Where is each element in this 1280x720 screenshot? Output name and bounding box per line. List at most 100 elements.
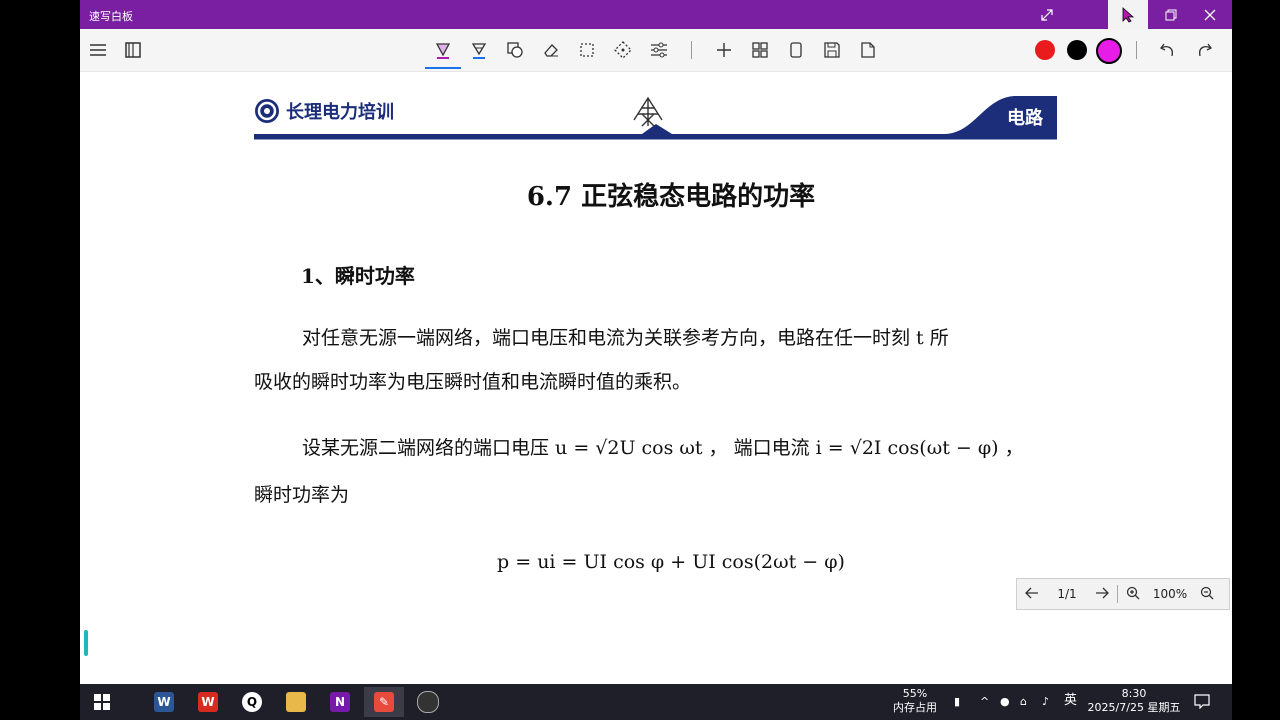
arrow-right-icon [1096,587,1109,598]
windows-icon [94,694,110,710]
shape-tool[interactable] [502,37,528,63]
page-icon [790,42,802,58]
clock-date: 2025/7/25 星期五 [1087,701,1181,714]
zoom-level: 100% [1152,587,1188,601]
shapes-icon [507,42,523,58]
color-swatch-magenta[interactable] [1096,38,1122,64]
mic-icon[interactable]: ● [1000,695,1010,709]
chevron-up-icon[interactable]: ^ [980,695,989,709]
qq-icon: Q [242,692,262,712]
taskbar-onenote[interactable]: N [320,687,360,717]
onenote-icon: N [330,692,350,712]
expand-icon [1041,8,1053,21]
section-title: 6.7 正弦稳态电路的功率 [526,182,816,212]
zoom-in-button[interactable] [1118,586,1148,603]
network-icon[interactable]: ⌂ [1020,695,1027,709]
settings-tool[interactable] [646,37,672,63]
window-title: 速写白板 [89,10,133,23]
export-button[interactable] [855,37,881,63]
notification-button[interactable] [1194,693,1210,713]
highlighter-tool[interactable] [466,37,492,63]
grid-icon [752,42,768,58]
subsection-heading: 1、瞬时功率 [301,264,415,288]
side-scroll-handle[interactable] [84,630,88,656]
page-button[interactable] [783,37,809,63]
taskbar-word[interactable]: W [144,687,184,717]
memory-percent: 55% [902,687,928,700]
page-indicator: 1/1 [1057,587,1077,601]
paragraph-2-line-1: 设某无源二端网络的端口电压 u = √2U cos ωt ， 端口电流 i = … [302,437,1024,459]
eraser-tool[interactable] [538,37,564,63]
menu-button[interactable] [85,37,111,63]
clock[interactable]: 8:30 2025/7/25 星期五 [1086,687,1182,715]
plus-icon [717,43,731,57]
book-button[interactable] [120,37,146,63]
hamburger-icon [90,44,106,56]
ime-indicator[interactable]: 英 [1064,694,1077,708]
whiteboard-app-window: 速写白板 长理电力培训 电路 6.7 正弦稳态电路的功率 1、瞬时功率 对任意无… [80,0,1232,684]
color-swatch-black[interactable] [1067,40,1087,60]
brand-name: 长理电力培训 [286,102,394,123]
redo-icon [1199,43,1212,57]
obs-icon [417,691,439,713]
zoom-in-icon [1126,586,1140,599]
document-header: 长理电力培训 电路 [254,90,1057,146]
notification-icon [1194,694,1210,710]
taskbar-qq[interactable]: Q [232,687,272,717]
fullscreen-button[interactable] [1024,0,1070,29]
taskbar: W W Q N ✎ 55% 内存占用 ▮ ^ ● ⌂ ♪ 英 8:30 2025… [80,684,1232,720]
taskbar-whiteboard[interactable]: ✎ [364,687,404,717]
zoom-out-icon [1200,586,1214,599]
restore-icon [1165,9,1177,20]
page-navigator: 1/1 100% [1016,578,1230,610]
whiteboard-icon: ✎ [374,692,394,712]
undo-icon [1160,43,1173,57]
section-tab: 电路 [1007,108,1043,129]
toolbar-divider [691,41,692,59]
add-page-button[interactable] [711,37,737,63]
pen-icon [435,43,451,59]
pen-tool[interactable] [430,37,456,63]
paragraph-1-line-2: 吸收的瞬时功率为电压瞬时值和电流瞬时值的乘积。 [254,371,692,393]
close-icon [1204,9,1216,20]
battery-icon[interactable]: ▮ [954,695,960,709]
zoom-out-button[interactable] [1192,586,1222,603]
volume-icon[interactable]: ♪ [1042,695,1049,709]
toolbar-divider [1136,41,1137,59]
eraser-icon [544,44,558,57]
color-swatch-red[interactable] [1035,40,1055,60]
select-tool[interactable] [574,37,600,63]
close-button[interactable] [1188,0,1232,29]
redo-button[interactable] [1191,37,1217,63]
sliders-icon [651,42,667,58]
grid-button[interactable] [747,37,773,63]
memory-widget[interactable]: 55% 内存占用 [888,687,942,715]
brand-logo: 长理电力培训 [254,98,394,124]
cursor-icon [1122,6,1135,23]
undo-button[interactable] [1155,37,1181,63]
save-button[interactable] [819,37,845,63]
pointer-mode-button[interactable] [1108,0,1148,29]
taskbar-explorer[interactable] [276,687,316,717]
memory-label: 内存占用 [893,701,937,714]
move-icon [614,41,632,59]
folder-icon [286,692,306,712]
taskbar-obs[interactable] [408,687,448,717]
wps-icon: W [198,692,218,712]
move-tool[interactable] [610,37,636,63]
clock-time: 8:30 [1121,687,1147,700]
taskbar-wps[interactable]: W [188,687,228,717]
power-formula: p = ui = UI cos φ + UI cos(2ωt − φ) [497,551,845,573]
brand-emblem-icon [255,99,279,123]
export-icon [861,42,875,58]
prev-page-button[interactable] [1017,587,1047,602]
highlighter-icon [471,43,487,59]
book-icon [125,42,141,58]
next-page-button[interactable] [1087,587,1117,602]
word-icon: W [154,692,174,712]
toolbar [80,29,1232,72]
title-bar: 速写白板 [80,0,1232,29]
start-button[interactable] [82,687,122,717]
lasso-select-icon [580,43,594,57]
active-tool-indicator [425,67,461,69]
